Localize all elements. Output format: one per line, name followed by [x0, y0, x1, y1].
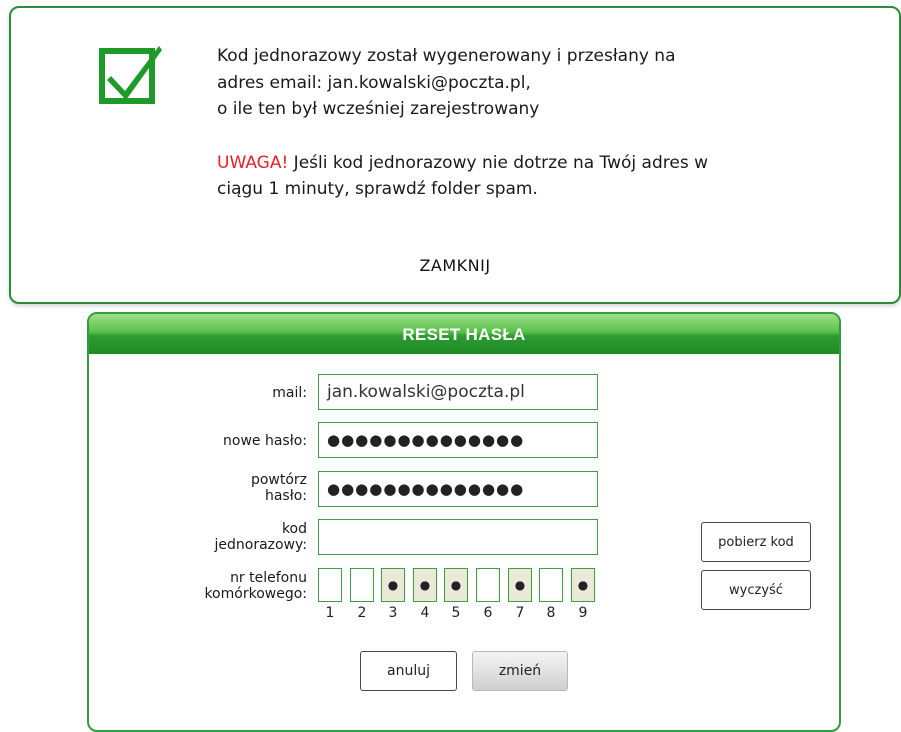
repeat-password-label: powtórz hasło: [251, 472, 307, 504]
phone-digit-5[interactable]: ● [444, 568, 468, 602]
phone-digit-number-1: 1 [325, 605, 335, 621]
code-label-line-1: kod [281, 521, 307, 537]
change-button[interactable]: zmień [472, 651, 568, 691]
mail-field[interactable]: jan.kowalski@poczta.pl [318, 374, 598, 410]
phone-digit-6[interactable] [476, 568, 500, 602]
warning-label: UWAGA! [217, 152, 289, 173]
repeat-password-label-line-1: powtórz [250, 472, 307, 488]
code-label-line-2: jednorazowy: [214, 537, 307, 553]
phone-label-line-1: nr telefonu [230, 570, 307, 586]
phone-digit-1[interactable] [318, 568, 342, 602]
reset-password-panel: RESET HASŁA mail: jan.kowalski@poczta.pl… [87, 312, 841, 732]
phone-digit-9[interactable]: ● [571, 568, 595, 602]
phone-digit-number-7: 7 [515, 605, 525, 621]
get-code-button[interactable]: pobierz kod [701, 522, 811, 562]
new-password-label: nowe hasło: [223, 433, 307, 449]
warning-line-1: UWAGA! Jeśli kod jednorazowy nie dotrze … [217, 150, 857, 177]
phone-digit-2[interactable] [350, 568, 374, 602]
phone-label: nr telefonu komórkowego: [204, 570, 307, 602]
repeat-password-label-line-2: hasło: [264, 488, 307, 504]
phone-label-line-2: komórkowego: [204, 586, 307, 602]
repeat-password-field[interactable]: ●●●●●●●●●●●●●● [318, 471, 598, 507]
phone-digit-number-3: 3 [388, 605, 398, 621]
clear-button[interactable]: wyczyść [701, 570, 811, 610]
warning-line-2: ciągu 1 minuty, sprawdź folder spam. [217, 179, 538, 199]
cancel-button[interactable]: anuluj [360, 651, 457, 691]
mail-label: mail: [272, 385, 307, 401]
warning-text: Jeśli kod jednorazowy nie dotrze na Twój… [288, 152, 708, 173]
panel-title: RESET HASŁA [89, 314, 839, 354]
new-password-field[interactable]: ●●●●●●●●●●●●●● [318, 422, 598, 458]
phone-digit-8[interactable] [539, 568, 563, 602]
phone-digit-number-9: 9 [578, 605, 588, 621]
code-label: kod jednorazowy: [214, 521, 307, 553]
checkmark-icon [99, 46, 162, 104]
message-line-3: o ile ten był wcześniej zarejestrowany [217, 99, 540, 119]
close-button[interactable]: ZAMKNIJ [11, 256, 899, 275]
phone-digit-4[interactable]: ● [413, 568, 437, 602]
popup-message: Kod jednorazowy został wygenerowany i pr… [217, 43, 857, 203]
phone-digit-7[interactable]: ● [508, 568, 532, 602]
code-field[interactable] [318, 519, 598, 555]
message-line-2: adres email: jan.kowalski@poczta.pl, [217, 72, 531, 93]
message-line-1: Kod jednorazowy został wygenerowany i pr… [217, 46, 676, 66]
phone-digit-3[interactable]: ● [381, 568, 405, 602]
phone-digit-number-5: 5 [451, 605, 461, 621]
notification-popup: Kod jednorazowy został wygenerowany i pr… [9, 6, 901, 304]
phone-digit-number-4: 4 [420, 605, 430, 621]
phone-digit-number-6: 6 [483, 605, 493, 621]
phone-digit-number-2: 2 [357, 605, 367, 621]
phone-digit-number-8: 8 [546, 605, 556, 621]
